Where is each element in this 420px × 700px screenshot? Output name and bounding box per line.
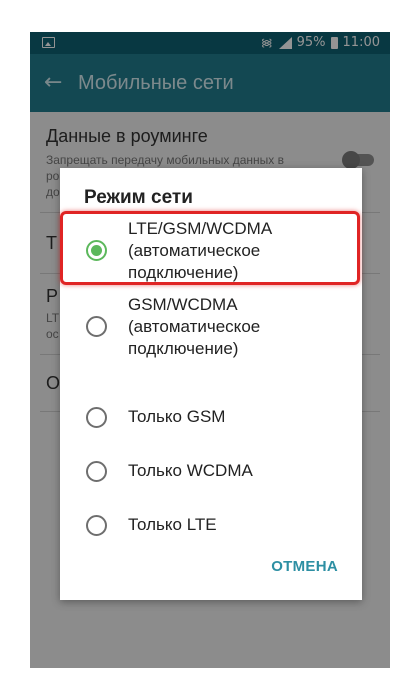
option-wcdma-only[interactable]: Только WCDMA: [60, 460, 362, 484]
option-lte-only[interactable]: Только LTE: [60, 514, 362, 538]
option-label: Только WCDMA: [128, 461, 253, 480]
option-label: LTE/GSM/WCDMA (автоматическое подключени…: [128, 219, 272, 282]
radio-button[interactable]: [86, 407, 107, 428]
network-mode-dialog: Режим сети LTE/GSM/WCDMA (автоматическое…: [60, 168, 362, 600]
option-gsm-only[interactable]: Только GSM: [60, 406, 362, 430]
radio-button-selected[interactable]: [86, 240, 107, 261]
radio-button[interactable]: [86, 461, 107, 482]
cancel-button[interactable]: ОТМЕНА: [271, 558, 338, 575]
option-label: GSM/WCDMA (автоматическое подключение): [128, 295, 261, 358]
radio-button[interactable]: [86, 515, 107, 536]
option-lte-gsm-wcdma[interactable]: LTE/GSM/WCDMA (автоматическое подключени…: [60, 218, 362, 284]
phone-screen: ᯼ 95% 11:00 ← Мобильные сети Данные в ро…: [30, 32, 390, 668]
dialog-title: Режим сети: [84, 187, 193, 208]
radio-button[interactable]: [86, 316, 107, 337]
option-label: Только GSM: [128, 407, 226, 426]
option-gsm-wcdma[interactable]: GSM/WCDMA (автоматическое подключение): [60, 294, 362, 360]
option-label: Только LTE: [128, 515, 217, 534]
